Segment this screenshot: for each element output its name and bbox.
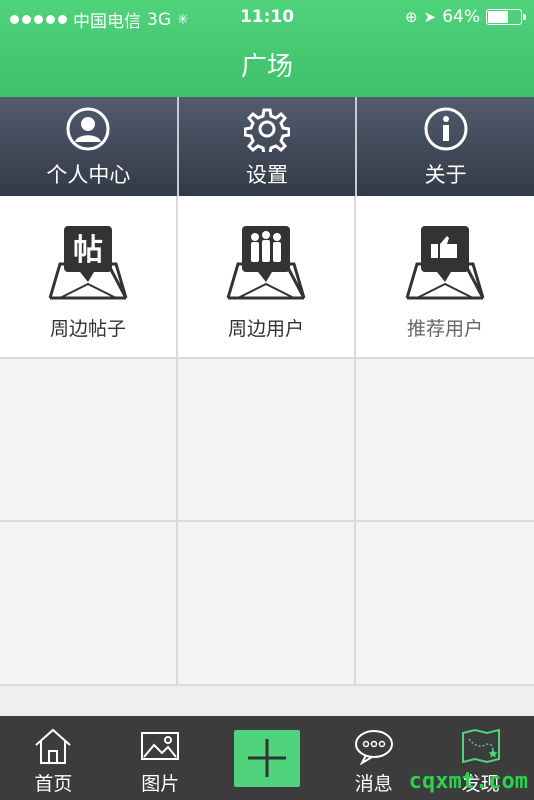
nearby-users-icon	[226, 226, 306, 300]
grid-item-nearby-posts[interactable]: 帖 周边帖子	[0, 196, 178, 359]
tab-home[interactable]: 首页	[0, 716, 107, 800]
tab-label: 图片	[141, 773, 180, 795]
grid-cell-empty	[178, 359, 356, 522]
grid-cell-empty	[356, 359, 534, 522]
watermark: cqxmt.com	[408, 769, 528, 794]
grid-cell-empty	[0, 359, 178, 522]
feature-grid: 帖 周边帖子 周边用户 推荐用户	[0, 196, 534, 686]
top-menu: 个人中心 设置 关于	[0, 97, 534, 196]
add-button[interactable]	[233, 729, 300, 787]
image-icon	[141, 732, 180, 760]
info-circle-icon	[424, 107, 468, 151]
menu-item-label: 个人中心	[46, 163, 131, 187]
grid-item-label: 推荐用户	[406, 318, 483, 340]
tab-label: 消息	[354, 773, 393, 795]
menu-item-label: 关于	[424, 163, 467, 187]
tab-add[interactable]	[214, 716, 321, 800]
recommend-users-icon	[405, 226, 485, 300]
plus-icon	[247, 739, 286, 777]
battery-icon	[486, 9, 526, 25]
tab-images[interactable]: 图片	[107, 716, 214, 800]
location-arrow-icon: ➤	[423, 8, 437, 26]
page-title: 广场	[240, 52, 293, 82]
menu-item-about[interactable]: 关于	[357, 97, 534, 196]
nearby-posts-icon: 帖	[48, 226, 128, 300]
svg-text:帖: 帖	[73, 233, 103, 268]
tab-label: 首页	[34, 773, 73, 795]
grid-item-nearby-users[interactable]: 周边用户	[178, 196, 356, 359]
user-circle-icon	[66, 107, 110, 151]
grid-item-label: 周边用户	[227, 318, 304, 340]
menu-item-settings[interactable]: 设置	[179, 97, 358, 196]
battery-percent: 64%	[442, 7, 480, 27]
battery-fill	[488, 11, 509, 23]
rotation-lock-icon: ⊕	[405, 8, 418, 26]
gear-icon	[244, 108, 290, 152]
home-icon	[35, 728, 72, 764]
status-bar: 中国电信 3G ✳ 11:10 ⊕ ➤ 64%	[0, 0, 534, 34]
header: 中国电信 3G ✳ 11:10 ⊕ ➤ 64% 广场	[0, 0, 534, 97]
map-icon	[461, 728, 500, 764]
chat-bubble-icon	[354, 730, 393, 765]
grid-cell-empty	[0, 522, 178, 686]
grid-item-recommend-users[interactable]: 推荐用户	[356, 196, 534, 359]
menu-item-profile[interactable]: 个人中心	[0, 97, 179, 196]
grid-cell-empty	[356, 522, 534, 686]
grid-item-label: 周边帖子	[49, 318, 126, 340]
menu-item-label: 设置	[246, 163, 288, 187]
grid-cell-empty	[178, 522, 356, 686]
status-right: ⊕ ➤ 64%	[405, 7, 526, 27]
